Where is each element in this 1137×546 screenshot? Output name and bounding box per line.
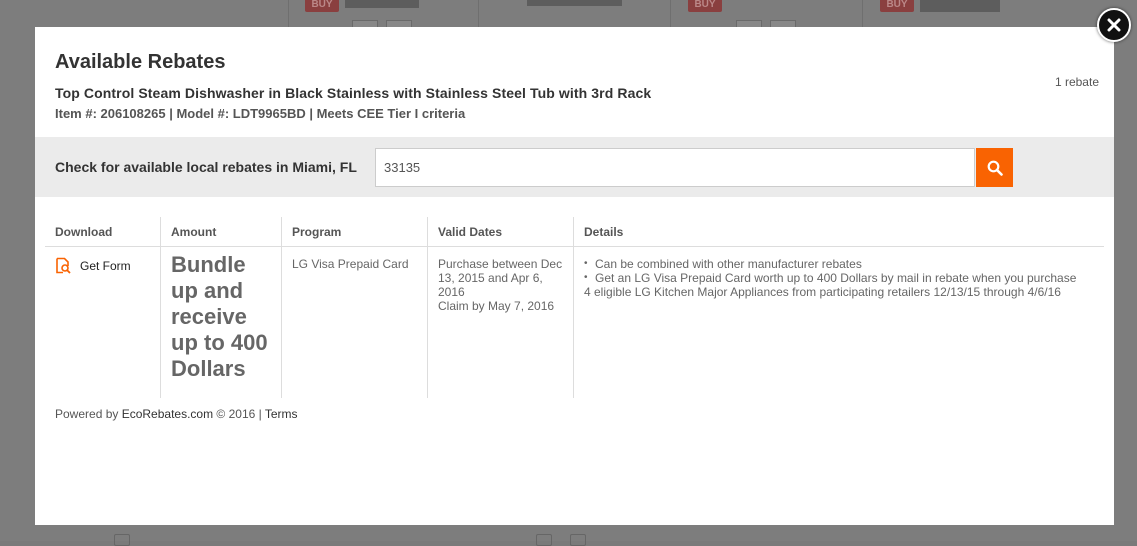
get-form-label: Get Form <box>80 258 131 273</box>
column-header-download: Download <box>45 217 161 247</box>
bg-product-image <box>345 0 419 8</box>
product-meta: Item #: 206108265 | Model #: LDT9965BD |… <box>55 106 466 121</box>
bg-buy-badge: BUY <box>688 0 722 12</box>
bg-buy-badge: BUY <box>305 0 339 12</box>
rebate-count: 1 rebate <box>1054 75 1099 89</box>
bg-feedback-icon <box>536 534 552 546</box>
table-header-row: Download Amount Program Valid Dates Deta… <box>45 217 1104 247</box>
claim-date: Claim by May 7, 2016 <box>438 299 555 313</box>
list-item: Can be combined with other manufacturer … <box>584 257 1094 271</box>
column-header-amount: Amount <box>160 217 282 247</box>
amount-cell: Bundle up and receive up to 400 Dollars <box>160 246 282 398</box>
valid-dates-cell: Purchase between Dec 13, 2015 and Apr 6,… <box>427 246 574 398</box>
powered-by-text: Powered by <box>55 407 122 421</box>
close-button[interactable] <box>1097 8 1131 42</box>
zip-code-input[interactable] <box>375 148 975 187</box>
bg-checkbox <box>114 534 130 546</box>
form-search-icon <box>56 257 71 274</box>
search-label: Check for available local rebates in Mia… <box>55 159 357 175</box>
product-name: Top Control Steam Dishwasher in Black St… <box>55 85 652 101</box>
list-item: Get an LG Visa Prepaid Card worth up to … <box>584 271 1094 285</box>
search-button[interactable] <box>976 148 1013 187</box>
bg-product-image <box>920 0 1000 12</box>
get-form-link[interactable]: Get Form <box>55 257 150 274</box>
ecorebates-link[interactable]: EcoRebates.com <box>122 407 213 421</box>
rebates-modal: Available Rebates Top Control Steam Dish… <box>35 27 1114 525</box>
close-icon <box>1107 18 1121 32</box>
details-continuation: 4 eligible LG Kitchen Major Appliances f… <box>584 285 1061 299</box>
details-list: Can be combined with other manufacturer … <box>584 257 1094 285</box>
program-name: LG Visa Prepaid Card <box>292 257 409 271</box>
copyright-text: © 2016 | <box>213 407 265 421</box>
program-cell: LG Visa Prepaid Card <box>281 246 428 398</box>
column-header-valid-dates: Valid Dates <box>427 217 574 247</box>
bg-buy-badge: BUY <box>880 0 914 12</box>
search-icon <box>987 160 1003 176</box>
rebates-table: Download Amount Program Valid Dates Deta… <box>45 217 1104 398</box>
details-cell: Can be combined with other manufacturer … <box>573 246 1104 398</box>
rebate-amount: Bundle up and receive up to 400 Dollars <box>171 252 268 381</box>
bg-feedback-icon <box>570 534 586 546</box>
purchase-dates: Purchase between Dec 13, 2015 and Apr 6,… <box>438 257 563 299</box>
modal-footer: Powered by EcoRebates.com © 2016 | Terms <box>55 407 298 421</box>
column-header-program: Program <box>281 217 428 247</box>
rebate-search-bar: Check for available local rebates in Mia… <box>35 137 1114 197</box>
terms-link[interactable]: Terms <box>265 407 298 421</box>
bg-product-image <box>527 0 622 6</box>
table-row: Get Form Bundle up and receive up to 400… <box>45 246 1104 399</box>
column-header-details: Details <box>573 217 1104 247</box>
modal-title: Available Rebates <box>55 51 226 73</box>
download-cell: Get Form <box>45 247 161 399</box>
